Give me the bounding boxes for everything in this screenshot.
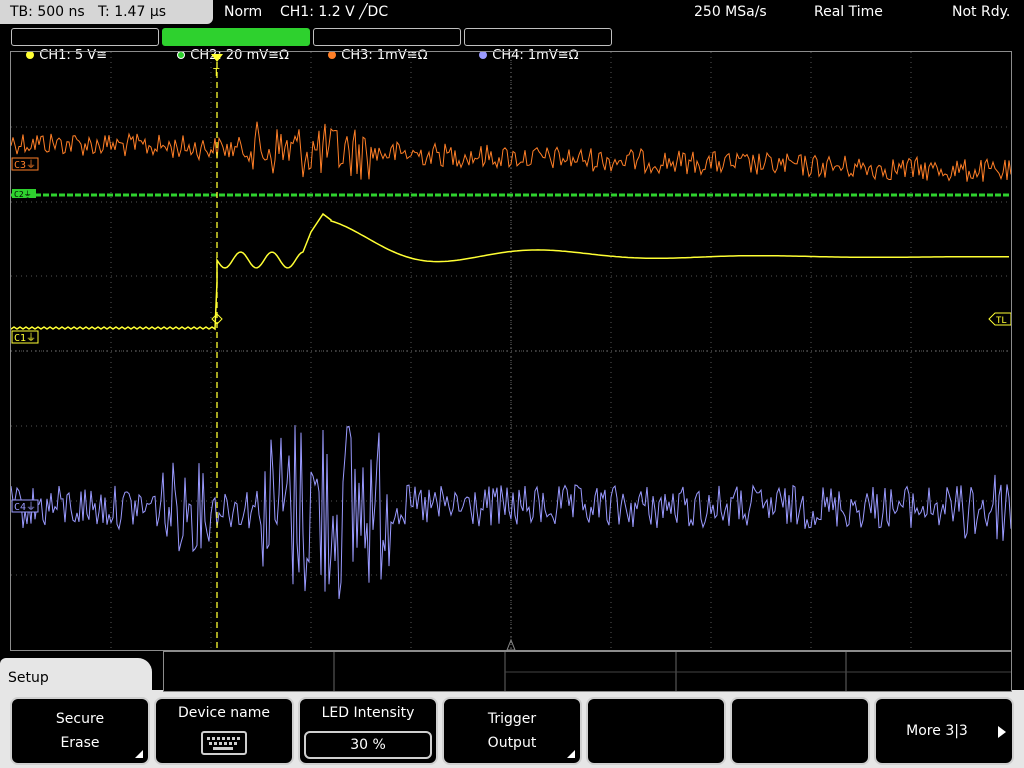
softkey-label: Device name <box>177 705 271 721</box>
trigger-status: Not Rdy. <box>952 4 1011 20</box>
more-softkey[interactable]: More 3|3 <box>874 697 1014 765</box>
trigger-output-softkey[interactable]: Trigger Output <box>442 697 582 765</box>
trigger-position-marker[interactable]: T <box>211 54 223 79</box>
trigger-level-marker[interactable]: TL <box>988 312 1011 326</box>
ch3-reference-marker[interactable]: C3⏚ <box>11 157 39 171</box>
softkey-label: Secure <box>55 711 105 727</box>
svg-text:C4⏚: C4⏚ <box>14 501 36 513</box>
trigger-readout[interactable]: CH1: 1.2 V ╱DC <box>280 0 388 24</box>
channel-tab-ch4[interactable]: CH4: 1mV≅Ω <box>464 28 612 63</box>
led-intensity-softkey[interactable]: LED Intensity 30 % <box>298 697 438 765</box>
softkey-label: Output <box>487 735 537 751</box>
svg-text:C2⏚: C2⏚ <box>14 190 32 199</box>
softkey-label: More 3|3 <box>906 723 968 739</box>
ch1-trace <box>11 212 1009 331</box>
arrow-right-icon <box>998 726 1006 738</box>
acquisition-mode[interactable]: Norm <box>224 0 262 24</box>
scope-canvas[interactable]: T C3⏚ C2⏚ C1⏚ C4⏚ TL <box>11 52 1011 650</box>
softkey-label: LED Intensity <box>321 705 415 721</box>
softkey-label: Trigger <box>487 711 537 727</box>
channel-tab-ch3[interactable]: CH3: 1mV≅Ω <box>313 28 461 63</box>
trigger-position-label: T <box>213 66 220 79</box>
menu-title-tab: Setup <box>0 658 152 698</box>
softkey-label: Erase <box>60 735 100 751</box>
empty-softkey-5[interactable] <box>586 697 726 765</box>
waveform-display[interactable]: T C3⏚ C2⏚ C1⏚ C4⏚ TL <box>10 51 1012 651</box>
realtime-mode-readout: Real Time <box>814 4 883 20</box>
keyboard-icon <box>201 731 247 755</box>
overview-strip <box>163 651 1012 692</box>
svg-text:TL: TL <box>996 316 1007 326</box>
submenu-corner-icon <box>135 750 143 758</box>
led-intensity-value[interactable]: 30 % <box>304 731 432 759</box>
submenu-corner-icon <box>567 750 575 758</box>
ch1-reference-marker[interactable]: C1⏚ <box>11 330 39 344</box>
svg-text:C1⏚: C1⏚ <box>14 332 36 344</box>
empty-softkey-6[interactable] <box>730 697 870 765</box>
timebase-readout[interactable]: TB: 500 ns T: 1.47 µs <box>0 0 213 24</box>
svg-text:C3⏚: C3⏚ <box>14 159 36 171</box>
secure-erase-softkey[interactable]: Secure Erase <box>10 697 150 765</box>
ch4-reference-marker[interactable]: C4⏚ <box>11 499 39 513</box>
channel-tab-ch2[interactable]: CH2: 20 mV≅Ω <box>162 28 310 63</box>
sample-rate-readout: 250 MSa/s <box>694 4 767 20</box>
device-name-softkey[interactable]: Device name <box>154 697 294 765</box>
status-bar: TB: 500 ns T: 1.47 µs Norm CH1: 1.2 V ╱D… <box>0 0 1024 26</box>
graticule <box>11 52 1011 650</box>
ch2-reference-marker[interactable]: C2⏚ <box>12 189 36 199</box>
channel-tab-ch1[interactable]: CH1: 5 V≅ <box>11 28 159 63</box>
